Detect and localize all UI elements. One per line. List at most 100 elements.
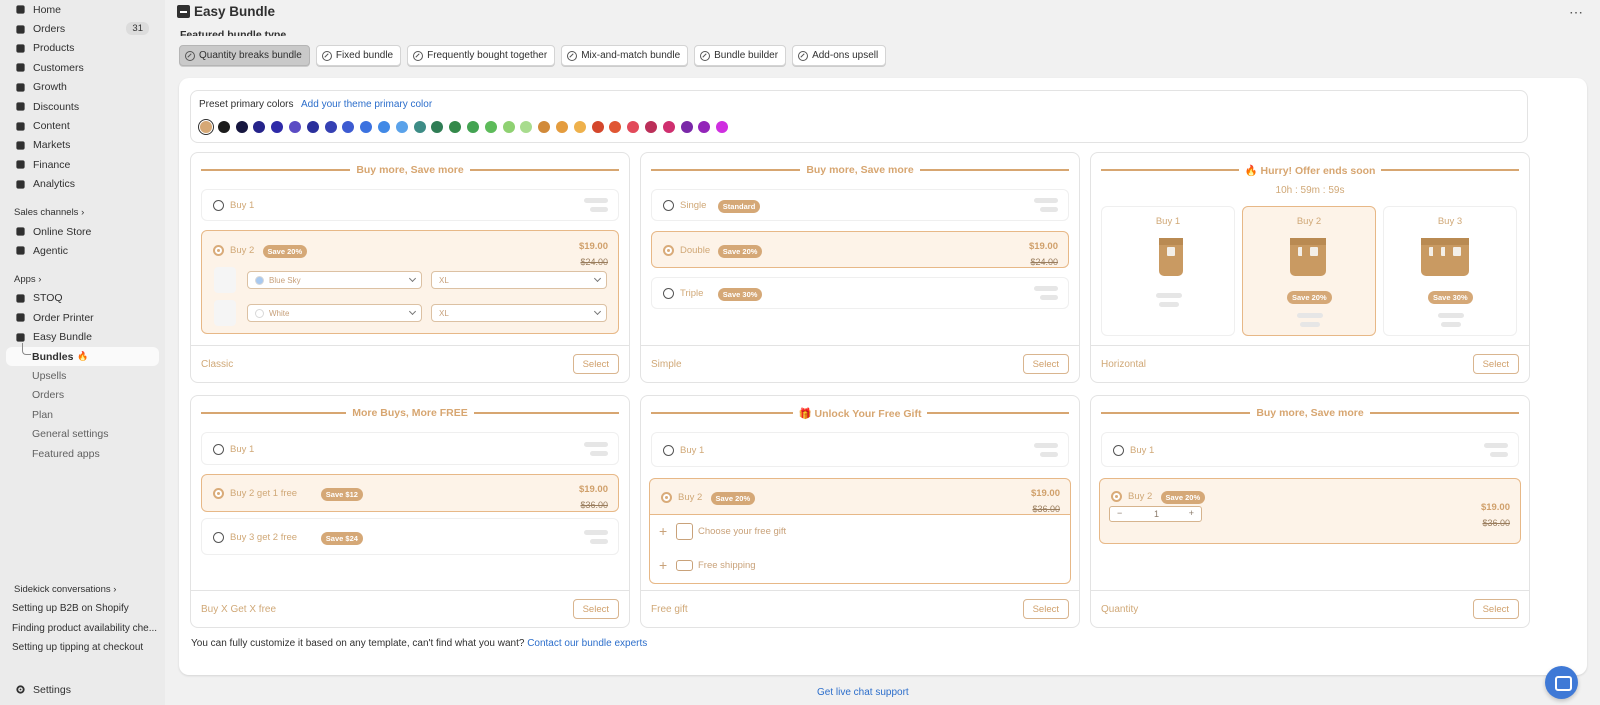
select-template-button[interactable]: Select [1472,354,1519,374]
sidekick-conversation[interactable]: Setting up tipping at checkout [0,638,160,658]
color-swatch[interactable] [324,121,337,133]
color-swatch[interactable] [609,121,622,133]
sidebar-item-online-store[interactable]: Online Store [0,222,159,241]
option-radio[interactable] [663,200,674,211]
chat-bubble-button[interactable] [1545,666,1578,699]
option-radio[interactable] [663,445,674,456]
more-actions-icon[interactable]: ⋯ [1569,4,1584,21]
free-gift-row[interactable]: + Free shipping [649,549,1071,584]
bundle-option[interactable]: Buy 1 [651,432,1069,467]
bundle-option[interactable]: Buy 3 get 2 free Save $24 [201,518,619,555]
color-swatch[interactable] [698,121,711,133]
color-swatch[interactable] [378,121,390,133]
color-swatch[interactable] [271,121,284,133]
color-swatch[interactable] [484,121,497,133]
color-swatch[interactable] [645,121,657,133]
sidebar-item-analytics[interactable]: Analytics [0,175,159,194]
bundle-option[interactable]: Buy 2 Save 20% $19.00 $36.00 − 1 + [1099,478,1521,544]
increase-icon[interactable]: + [1189,508,1194,518]
bundle-option[interactable]: Double Save 20% $19.00 $24.00 [651,231,1069,268]
bundle-option[interactable]: Buy 1 [201,432,619,465]
bundle-option-card[interactable]: Buy 3 Save 30% [1383,206,1517,336]
variant-size-select[interactable]: XL [431,304,607,322]
color-swatch[interactable] [502,121,515,133]
bundle-option[interactable]: Buy 2 Save 20% $19.00 $36.00 [649,478,1071,515]
bundle-option[interactable]: Single Standard [651,189,1069,221]
color-swatch[interactable] [573,121,586,133]
bundle-option-card[interactable]: Buy 2 Save 20% [1242,206,1376,336]
color-swatch[interactable] [538,121,551,133]
bundle-option[interactable]: Triple Save 30% [651,277,1069,309]
option-radio[interactable] [213,245,224,256]
bundle-option-card[interactable]: Buy 1 [1101,206,1235,336]
color-swatch[interactable] [520,121,533,133]
sales-channels-heading[interactable]: Sales channels › [0,203,165,222]
option-radio[interactable] [213,200,224,211]
live-chat-link[interactable]: Get live chat support [817,687,909,698]
color-swatch[interactable] [449,121,462,133]
sidekick-conversation[interactable]: Finding product availability che... [0,619,160,639]
color-swatch[interactable] [306,121,319,133]
select-template-button[interactable]: Select [572,354,619,374]
sidebar-subitem-upsells[interactable]: Upsells [0,366,159,385]
contact-experts-link[interactable]: Contact our bundle experts [527,638,647,649]
color-swatch[interactable] [467,121,479,133]
free-gift-row[interactable]: + Choose your free gift [649,515,1071,550]
tab-frequently-bought-together[interactable]: Frequently bought together [407,45,556,66]
color-swatch[interactable] [556,121,568,133]
sidebar-item-markets[interactable]: Markets [0,136,159,155]
sidebar-item-orders[interactable]: Orders 31 [0,19,159,38]
option-radio[interactable] [1111,491,1122,502]
tab-quantity-breaks-bundle[interactable]: Quantity breaks bundle [179,45,310,66]
sidebar-item-order-printer[interactable]: Order Printer [0,308,159,327]
select-template-button[interactable]: Select [572,599,619,619]
option-radio[interactable] [1113,445,1124,456]
option-radio[interactable] [663,245,674,256]
sidebar-item-content[interactable]: Content [0,116,159,135]
sidebar-item-products[interactable]: Products [0,39,159,58]
bundle-option[interactable]: Buy 1 [1101,432,1519,467]
bundle-option[interactable]: Buy 2 Save 20% $19.00 $24.00 Blue Sky XL White… [201,230,619,334]
color-swatch[interactable] [680,121,693,133]
select-template-button[interactable]: Select [1022,354,1069,374]
sidebar-item-customers[interactable]: Customers [0,58,159,77]
decrease-icon[interactable]: − [1117,508,1122,518]
color-swatch[interactable] [716,121,729,133]
color-swatch[interactable] [395,121,408,133]
sidekick-heading[interactable]: Sidekick conversations › [0,580,165,599]
variant-color-select[interactable]: Blue Sky [247,271,422,289]
variant-color-select[interactable]: White [247,304,422,322]
bundle-option[interactable]: Buy 1 [201,189,619,221]
color-swatch[interactable] [217,121,230,133]
tab-bundle-builder[interactable]: Bundle builder [694,45,787,66]
option-radio[interactable] [213,444,224,455]
color-swatch[interactable] [627,121,640,133]
variant-size-select[interactable]: XL [431,271,607,289]
option-radio[interactable] [663,288,674,299]
color-swatch[interactable] [289,121,301,133]
color-swatch[interactable] [360,121,373,133]
color-swatch[interactable] [198,119,214,135]
color-swatch[interactable] [253,121,266,133]
sidebar-item-home[interactable]: Home [0,0,159,19]
sidebar-item-settings[interactable]: Settings [0,680,159,699]
option-radio[interactable] [213,532,224,543]
quantity-stepper[interactable]: − 1 + [1109,506,1202,522]
sidekick-conversation[interactable]: Setting up B2B on Shopify [0,599,160,619]
tab-add-ons-upsell[interactable]: Add-ons upsell [792,45,887,66]
color-swatch[interactable] [431,121,444,133]
color-swatch[interactable] [413,121,426,133]
sidebar-subitem-plan[interactable]: Plan [0,405,159,424]
tab-mix-and-match-bundle[interactable]: Mix-and-match bundle [561,45,689,66]
tab-fixed-bundle[interactable]: Fixed bundle [315,45,402,66]
sidebar-item-finance[interactable]: Finance [0,155,159,174]
sidebar-item-agentic[interactable]: Agentic [0,241,159,260]
select-template-button[interactable]: Select [1022,599,1069,619]
apps-heading[interactable]: Apps › [0,270,165,289]
color-swatch[interactable] [342,121,355,133]
option-radio[interactable] [661,492,672,503]
sidebar-subitem-orders[interactable]: Orders [0,386,159,405]
select-template-button[interactable]: Select [1472,599,1519,619]
bundle-option[interactable]: Buy 2 get 1 free Save $12 $19.00 $36.00 [201,474,619,512]
sidebar-item-growth[interactable]: Growth [0,78,159,97]
